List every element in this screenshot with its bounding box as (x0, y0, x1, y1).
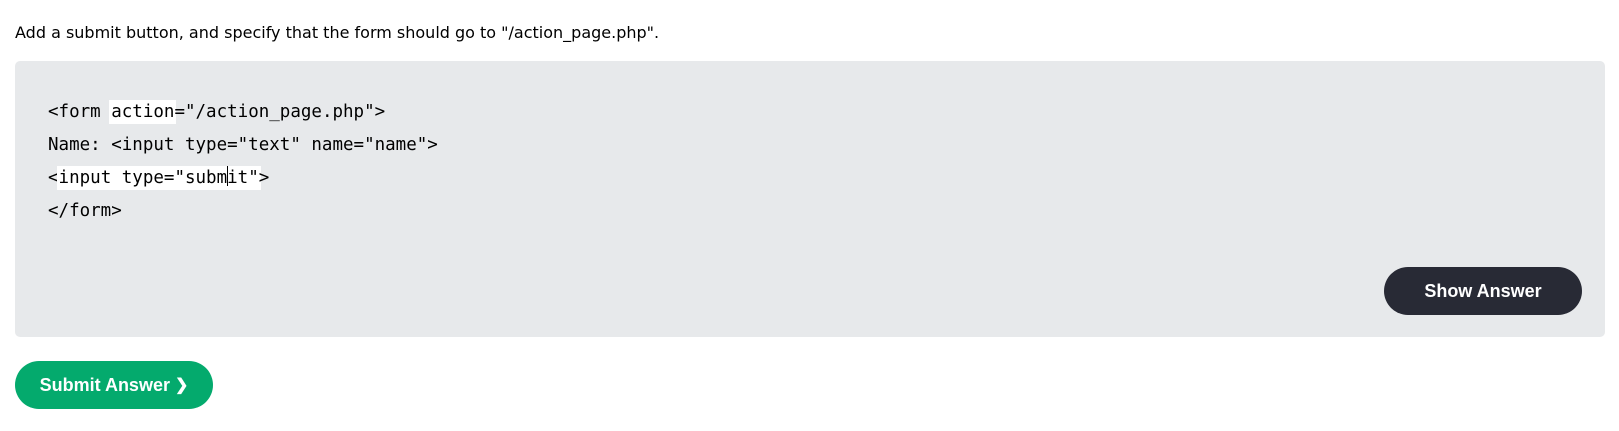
code-input-text: it" (227, 168, 259, 188)
code-line-1: <form action="/action_page.php"> (48, 96, 438, 129)
code-text: ="/action_page.php"> (174, 102, 386, 122)
chevron-right-icon: ❯ (174, 377, 189, 394)
code-input-text: input type="subm (58, 168, 228, 188)
code-text: Name: <input type="text" name="name"> (48, 135, 438, 155)
code-text: <form (48, 102, 112, 122)
code-input-action[interactable]: action (109, 100, 177, 124)
code-editor: <form action="/action_page.php"> Name: <… (48, 96, 438, 228)
code-text: </form> (48, 201, 122, 221)
submit-answer-label: Submit Answer (39, 374, 170, 395)
show-answer-button[interactable]: Show Answer (1384, 267, 1582, 315)
exercise-instruction: Add a submit button, and specify that th… (15, 23, 660, 42)
code-line-4: </form> (48, 195, 438, 228)
code-line-2: Name: <input type="text" name="name"> (48, 129, 438, 162)
code-line-3: <input type="submit"> (48, 162, 438, 195)
submit-answer-button[interactable]: Submit Answer ❯ (15, 361, 213, 409)
code-text: > (258, 168, 270, 188)
show-answer-label: Show Answer (1424, 280, 1542, 301)
code-input-submit[interactable]: input type="submit" (56, 166, 261, 190)
exercise-code-box: <form action="/action_page.php"> Name: <… (15, 61, 1605, 337)
